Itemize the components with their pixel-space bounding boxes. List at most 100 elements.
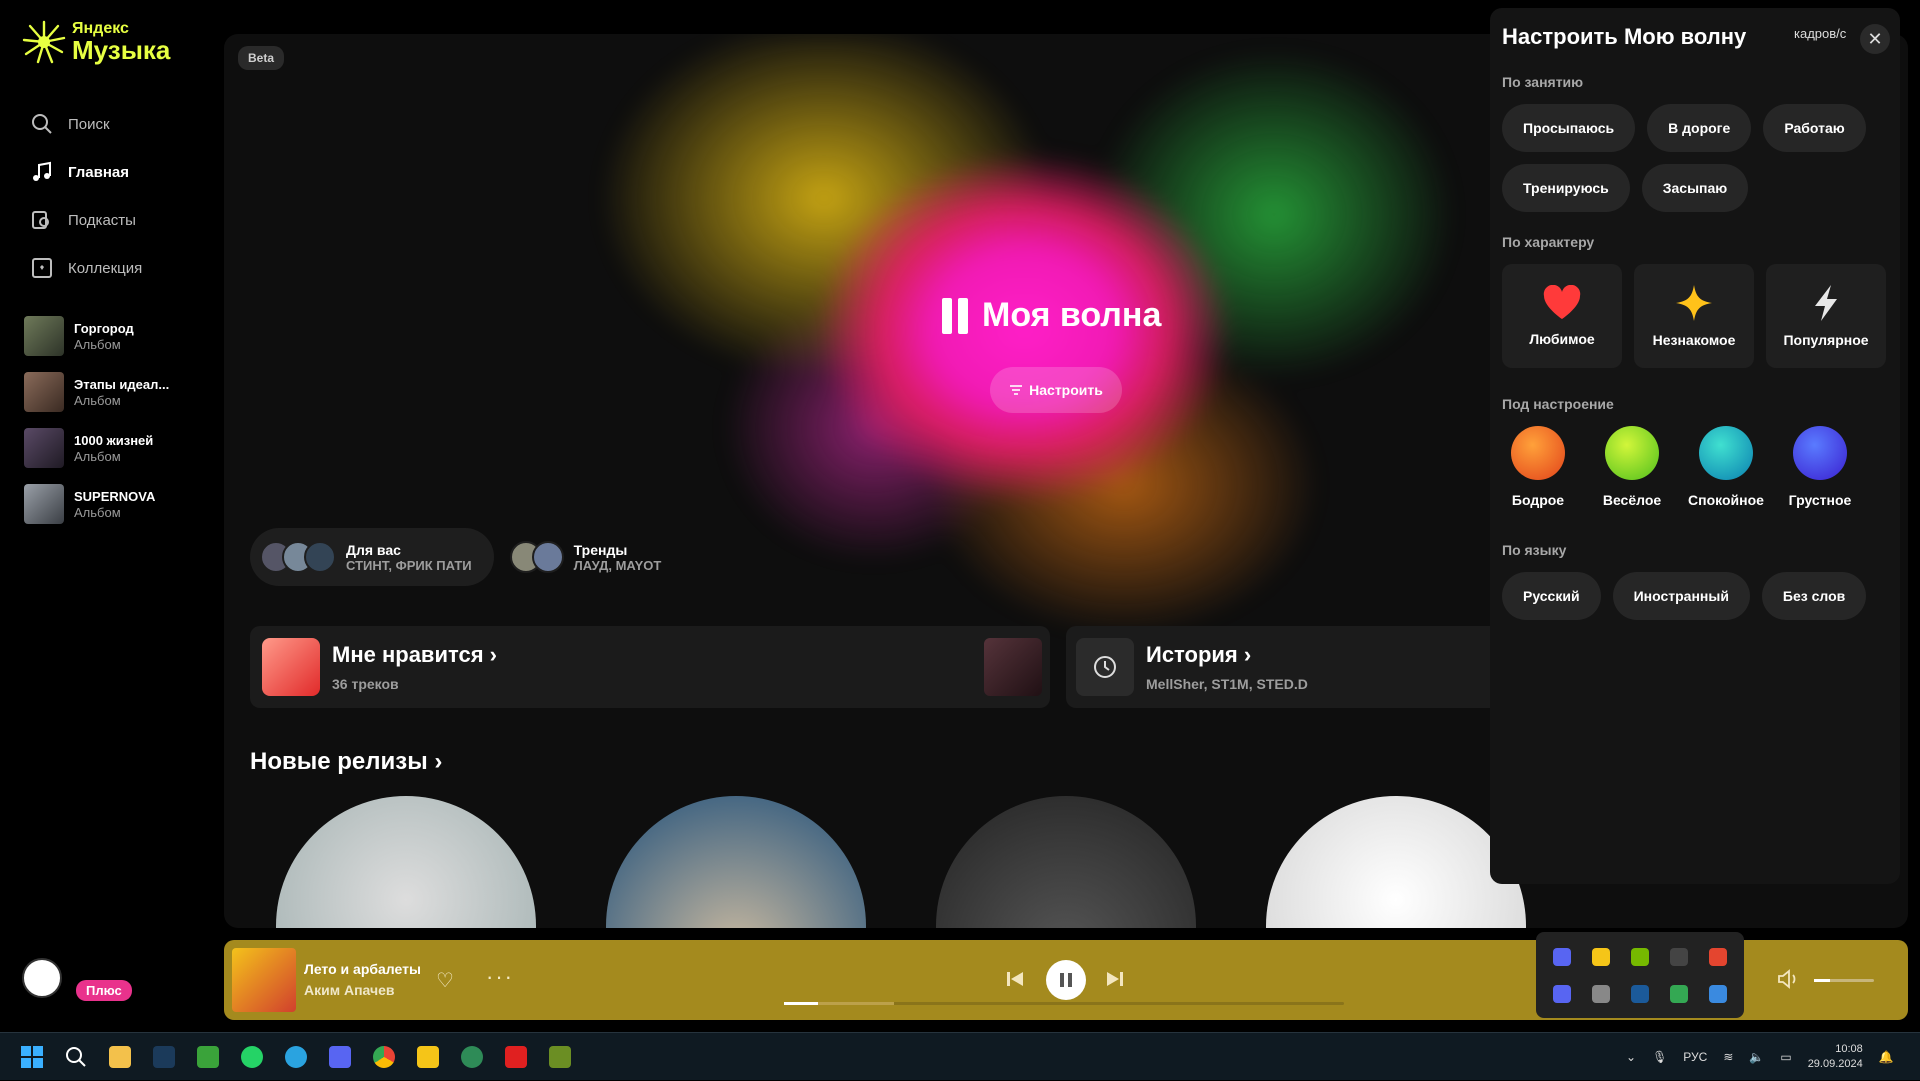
my-wave-button[interactable]: Моя волна <box>942 296 1161 335</box>
progress-bar[interactable] <box>784 1002 1344 1005</box>
track-artist[interactable]: Аким Апачев <box>304 982 395 998</box>
battery-icon[interactable]: ▭ <box>1780 1050 1791 1064</box>
search-icon <box>66 1047 86 1067</box>
option-popular[interactable]: Популярное <box>1766 264 1886 368</box>
option-unfamiliar[interactable]: Незнакомое <box>1634 264 1754 368</box>
avatar[interactable] <box>22 958 62 998</box>
youtube-app[interactable] <box>500 1041 532 1073</box>
user-block[interactable]: Плюс <box>22 952 212 1012</box>
next-button[interactable] <box>1104 968 1126 990</box>
volume-icon[interactable] <box>1776 968 1800 990</box>
chrome-app[interactable] <box>368 1041 400 1073</box>
app-green[interactable] <box>456 1041 488 1073</box>
bell-icon[interactable]: 🔔 <box>1879 1050 1894 1064</box>
release-cover[interactable] <box>606 796 866 928</box>
steam-icon[interactable] <box>1630 984 1649 1003</box>
option-falling-asleep[interactable]: Засыпаю <box>1641 164 1749 212</box>
option-energetic[interactable]: Бодрое <box>1502 426 1574 508</box>
option-working[interactable]: Работаю <box>1763 104 1866 152</box>
plus-badge[interactable]: Плюс <box>76 980 132 1001</box>
recent-item[interactable]: SUPERNOVA Альбом <box>24 476 214 532</box>
option-no-words[interactable]: Без слов <box>1761 572 1867 620</box>
volume-icon[interactable]: 🔈 <box>1749 1050 1764 1064</box>
recent-sub: Альбом <box>74 504 121 520</box>
logo[interactable]: Яндекс Музыка <box>22 20 170 64</box>
minecraft-app[interactable] <box>192 1041 224 1073</box>
volume-fill <box>1814 979 1831 982</box>
explorer-app[interactable] <box>104 1041 136 1073</box>
option-russian[interactable]: Русский <box>1502 572 1601 620</box>
sidebar: Яндекс Музыка Поиск Главная Подкасты Кол… <box>0 0 222 930</box>
nav-home-label: Главная <box>68 163 130 181</box>
recent-item[interactable]: Этапы идеал... Альбом <box>24 364 214 420</box>
app-icon <box>461 1046 483 1068</box>
whatsapp-app[interactable] <box>236 1041 268 1073</box>
recent-item[interactable]: Горгород Альбом <box>24 308 214 364</box>
heart-icon <box>262 638 320 696</box>
previous-button[interactable] <box>1004 968 1026 990</box>
taskbar-search[interactable] <box>60 1041 92 1073</box>
option-training[interactable]: Тренируюсь <box>1502 164 1630 212</box>
album-cover <box>24 428 64 468</box>
release-cover[interactable] <box>276 796 536 928</box>
tune-button[interactable]: Настроить <box>990 367 1122 413</box>
nav-podcasts[interactable]: Подкасты <box>30 196 220 244</box>
start-button[interactable] <box>16 1041 48 1073</box>
chip-trends[interactable]: Тренды ЛАУД, MAYOT <box>509 528 684 586</box>
recent-title: Горгород <box>74 320 134 336</box>
option-sad[interactable]: Грустное <box>1784 426 1856 508</box>
nav-collection[interactable]: Коллекция <box>30 244 220 292</box>
chevron-up-icon[interactable]: ⌄ <box>1626 1050 1636 1064</box>
nav-home[interactable]: Главная <box>30 148 220 196</box>
collection-icon <box>32 258 52 278</box>
discord-app[interactable] <box>324 1041 356 1073</box>
wifi-icon[interactable]: ≋ <box>1723 1050 1733 1064</box>
close-panel-button[interactable]: ✕ <box>1860 24 1890 54</box>
option-wake-up[interactable]: Просыпаюсь <box>1502 104 1636 152</box>
pause-button[interactable] <box>1046 960 1086 1000</box>
option-favorite[interactable]: Любимое <box>1502 264 1622 368</box>
option-cheerful[interactable]: Весёлое <box>1596 426 1668 508</box>
app-icon[interactable] <box>1591 984 1610 1003</box>
microphone-icon[interactable]: 🎙 <box>1652 1050 1667 1064</box>
liked-tracks-card[interactable]: Мне нравится › 36 треков <box>250 626 1050 708</box>
release-cover[interactable] <box>1266 796 1526 928</box>
steam-app[interactable] <box>148 1041 180 1073</box>
chrome-icon[interactable] <box>1709 947 1728 966</box>
more-icon: ··· <box>486 964 514 989</box>
time: 10:08 <box>1835 1043 1863 1055</box>
track-cover[interactable] <box>232 948 296 1012</box>
option-foreign[interactable]: Иностранный <box>1612 572 1750 620</box>
option-on-the-road[interactable]: В дороге <box>1647 104 1752 152</box>
wave-settings-panel: Настроить Мою волну кадров/с ✕ По заняти… <box>1490 8 1900 884</box>
language-row: Русский Иностранный Без слов <box>1502 572 1867 620</box>
minecraft-launcher-app[interactable] <box>544 1041 576 1073</box>
recent-item[interactable]: 1000 жизней Альбом <box>24 420 214 476</box>
epic-games-icon[interactable] <box>1670 947 1689 966</box>
chip-title: Тренды <box>573 541 628 558</box>
chrome-icon[interactable] <box>1670 984 1689 1003</box>
new-releases-heading[interactable]: Новые релизы › <box>250 748 442 776</box>
option-calm[interactable]: Спокойное <box>1688 426 1764 508</box>
telegram-app[interactable] <box>280 1041 312 1073</box>
discord-icon[interactable] <box>1552 947 1571 966</box>
release-cover[interactable] <box>936 796 1196 928</box>
clock[interactable]: 10:08 29.09.2024 <box>1808 1042 1863 1072</box>
nav-search[interactable]: Поиск <box>30 100 220 148</box>
mood-row: Бодрое Весёлое Спокойное Грустное <box>1502 426 1856 508</box>
more-button[interactable]: ··· <box>486 964 514 990</box>
wave-chips: Для вас СТИНТ, ФРИК ПАТИ Тренды ЛАУД, MAYO… <box>250 528 683 586</box>
yandex-music-app[interactable] <box>412 1041 444 1073</box>
discord-icon <box>329 1046 351 1068</box>
track-title[interactable]: Лето и арбалеты <box>304 961 421 977</box>
chip-for-you[interactable]: Для вас СТИНТ, ФРИК ПАТИ <box>250 528 494 586</box>
folder-icon <box>109 1046 131 1068</box>
input-language[interactable]: РУС <box>1683 1050 1707 1064</box>
discord-icon[interactable] <box>1552 984 1571 1003</box>
volume-slider[interactable] <box>1814 979 1874 982</box>
nvidia-icon[interactable] <box>1630 947 1649 966</box>
yandex-music-icon[interactable] <box>1591 947 1610 966</box>
security-icon[interactable] <box>1709 984 1728 1003</box>
liked-title: Мне нравится › <box>332 642 497 667</box>
like-button[interactable]: ♡ <box>436 968 454 993</box>
